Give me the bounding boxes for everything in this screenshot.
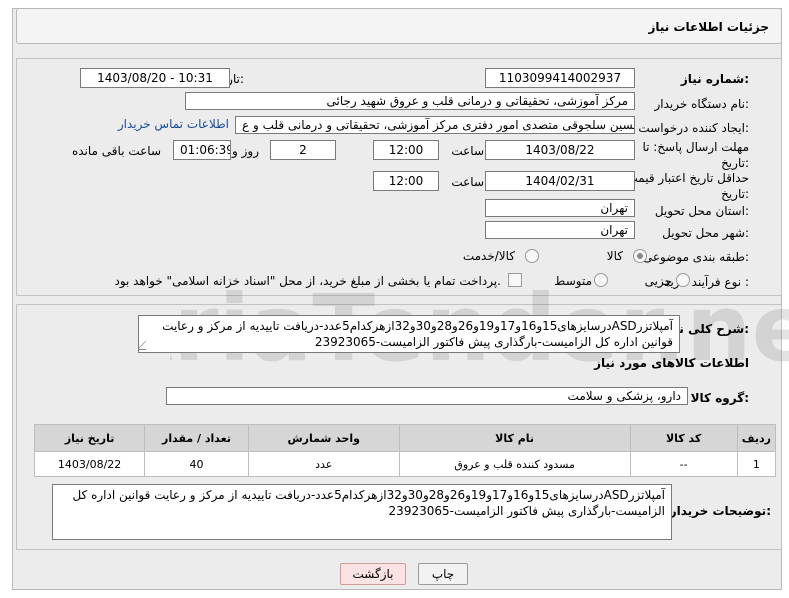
province-field: تهران xyxy=(485,199,635,217)
cell-unit: عدد xyxy=(247,451,400,477)
print-button[interactable]: چاپ xyxy=(418,563,468,585)
days-label: روز و xyxy=(232,144,259,158)
page-header: جزئیات اطلاعات نیاز xyxy=(16,8,782,44)
cell-qty: 40 xyxy=(144,451,249,477)
treasury-payment-checkbox[interactable] xyxy=(508,273,522,287)
goods-group-label: گروه کالا: xyxy=(690,391,749,405)
validity-time-field: 12:00 xyxy=(373,171,439,191)
cell-name: مسدود کننده قلب و عروق xyxy=(398,451,631,477)
category-option-goods-service: کالا/خدمت xyxy=(462,249,515,263)
remaining-label: ساعت باقی مانده xyxy=(71,144,161,158)
col-header-date: تاریخ نیاز xyxy=(33,424,146,452)
col-header-code: کد کالا xyxy=(629,424,738,452)
description-textarea[interactable]: آمپلاتزرASDدرسایزهای15و16و17و19و26و28و30… xyxy=(138,315,680,353)
goods-section-title: اطلاعات کالاهای مورد نیاز xyxy=(594,356,749,370)
need-number-field: 1103099414002937 xyxy=(485,68,635,88)
cell-row: 1 xyxy=(736,451,777,477)
buyer-notes-textarea[interactable]: آمپلاتزرASDدرسایزهای15و16و17و19و26و28و30… xyxy=(52,484,672,540)
table-row: 1 -- مسدود کننده قلب و عروق عدد 40 1403/… xyxy=(33,451,777,477)
back-button[interactable]: بازگشت xyxy=(340,563,406,585)
process-option-medium: متوسط xyxy=(554,274,592,288)
buyer-label: نام دستگاه خریدار: xyxy=(654,97,750,111)
col-header-unit: واحد شمارش xyxy=(247,424,400,452)
days-field: 2 xyxy=(270,140,336,160)
validity-date-field: 1404/02/31 xyxy=(485,171,635,191)
goods-group-field: دارو، پزشکی و سلامت xyxy=(166,387,688,405)
city-field: تهران xyxy=(485,221,635,239)
city-label: شهر محل تحویل: xyxy=(662,226,749,240)
buyer-contact-link[interactable]: اطلاعات تماس خریدار xyxy=(118,116,229,132)
process-radio-medium[interactable] xyxy=(594,273,608,287)
description-text: آمپلاتزرASDدرسایزهای15و16و17و19و26و28و30… xyxy=(162,319,673,349)
category-radio-goods-service[interactable] xyxy=(525,249,539,263)
cell-code: -- xyxy=(629,451,738,477)
remaining-field: 01:06:39 xyxy=(173,140,231,160)
buyer-field: مرکز آموزشی، تحقیقاتی و درمانی قلب و عرو… xyxy=(185,92,635,110)
creator-field: حسین سلجوقی متصدی امور دفتری مرکز آموزشی… xyxy=(235,116,635,134)
col-header-qty: تعداد / مقدار xyxy=(144,424,249,452)
page-title: جزئیات اطلاعات نیاز xyxy=(648,20,769,34)
goods-table-header: ردیف کد کالا نام کالا واحد شمارش تعداد /… xyxy=(33,424,777,452)
cell-date: 1403/08/22 xyxy=(33,451,146,477)
col-header-row: ردیف xyxy=(736,424,777,452)
deadline-label: مهلت ارسال پاسخ: تا تاریخ: xyxy=(642,140,749,170)
need-number-label: شماره نیاز: xyxy=(680,72,749,86)
announce-field: 1403/08/20 - 10:31 xyxy=(80,68,230,88)
province-label: استان محل تحویل: xyxy=(654,204,749,218)
buyer-notes-label: توضیحات خریدار: xyxy=(669,504,771,518)
category-option-goods: کالا xyxy=(606,249,623,263)
resize-handle-icon[interactable] xyxy=(139,341,155,350)
validity-time-label: ساعت xyxy=(451,175,484,189)
process-radio-minor[interactable] xyxy=(676,273,690,287)
deadline-time-label: ساعت xyxy=(451,144,484,158)
process-option-minor: جزیی xyxy=(644,274,672,288)
creator-label: ایجاد کننده درخواست: xyxy=(638,121,749,135)
deadline-date-field: 1403/08/22 xyxy=(485,140,635,160)
deadline-time-field: 12:00 xyxy=(373,140,439,160)
category-label: طبقه بندی موضوعی: xyxy=(642,250,749,264)
treasury-payment-note: پرداخت تمام یا بخشی از مبلغ خرید، از محل… xyxy=(114,274,501,288)
buyer-notes-text: آمپلاتزرASDدرسایزهای15و16و17و19و26و28و30… xyxy=(72,488,665,518)
goods-table: ردیف کد کالا نام کالا واحد شمارش تعداد /… xyxy=(33,424,777,477)
category-radio-goods[interactable] xyxy=(633,249,647,263)
col-header-name: نام کالا xyxy=(398,424,631,452)
